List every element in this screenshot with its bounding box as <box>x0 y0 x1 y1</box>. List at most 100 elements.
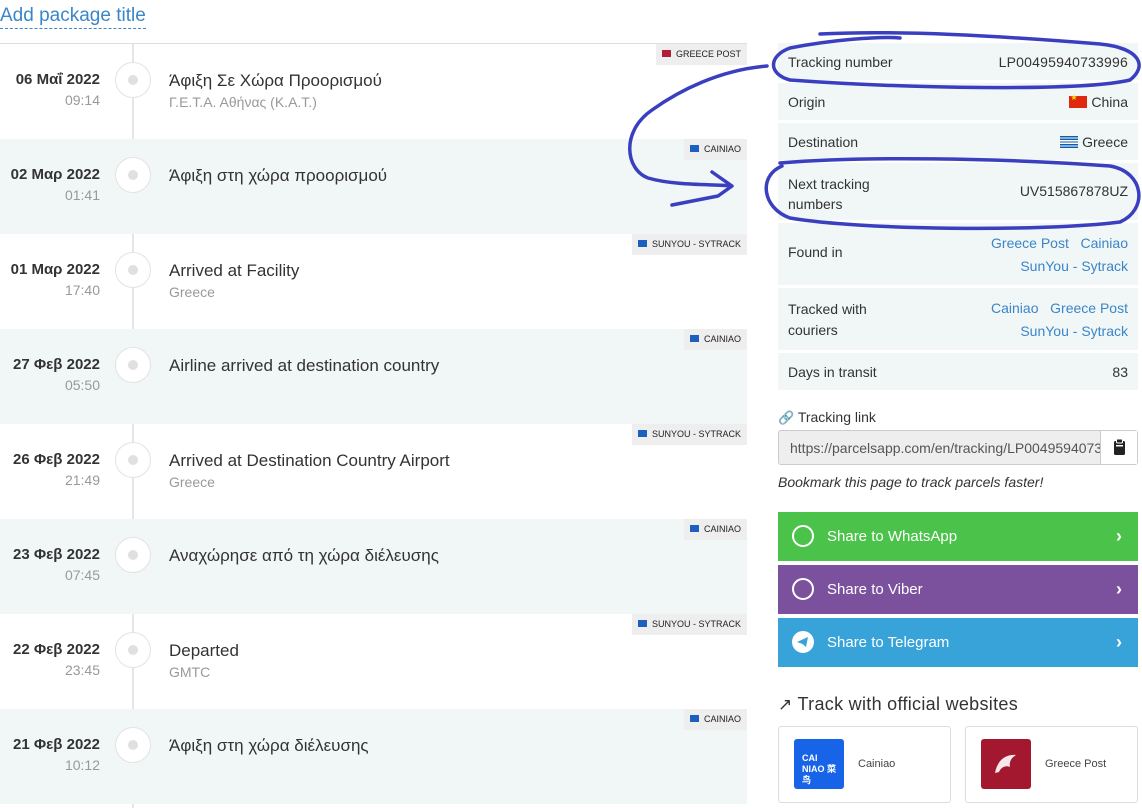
event-date: 21 Φεβ 2022 <box>13 736 100 753</box>
timeline-dot-icon <box>115 537 151 573</box>
event-location: Greece <box>169 474 215 490</box>
carrier-badge: CAINIAO <box>683 519 747 540</box>
carrier-badge: CAINIAO <box>683 709 747 730</box>
event-status: Airline arrived at destination country <box>169 356 440 375</box>
event-location: Γ.Ε.Τ.Α. Αθήνας (Κ.Α.Τ.) <box>169 94 317 110</box>
event-date: 06 Μαΐ 2022 <box>15 71 100 88</box>
destination-label: Destination <box>788 134 859 150</box>
viber-icon <box>792 578 814 600</box>
event-time: 07:45 <box>64 567 100 583</box>
timeline-dot-icon <box>115 727 151 763</box>
origin-label: Origin <box>788 94 826 110</box>
timeline-event: 21 Φεβ 2022 10:12 Άφιξη στη χώρα διέλευσης… <box>0 709 747 804</box>
carrier-badge: SUNYOU - SYTRACK <box>631 234 747 255</box>
timeline-event: 22 Φεβ 2022 23:45 Departed GMTC SUNYOU - SYT… <box>0 614 747 709</box>
courier-greece-post-link[interactable]: Greece Post <box>1050 300 1128 316</box>
package-title-link[interactable]: Add package title <box>0 4 146 29</box>
cainiao-logo: CAI NIAO 菜鸟 <box>794 739 844 789</box>
carrier-badge: SUNYOU - SYTRACK <box>631 424 747 445</box>
event-status: Άφιξη στη χώρα διέλευσης <box>169 736 369 755</box>
event-status: Arrived at Facility <box>169 261 300 280</box>
timeline-dot-icon <box>115 62 151 98</box>
chevron-right-icon: › <box>1116 632 1122 652</box>
tracking-number-row: Tracking number LP00495940733996 <box>778 43 1138 80</box>
carrier-badge: CAINIAO <box>683 329 747 350</box>
event-date: 26 Φεβ 2022 <box>13 451 100 468</box>
bookmark-hint: Bookmark this page to track parcels fast… <box>778 474 1044 490</box>
found-greece-post-link[interactable]: Greece Post <box>991 235 1069 251</box>
found-in-row: Found in Greece Post Cainiao SunYou - Sy… <box>778 223 1138 285</box>
copy-link-button[interactable] <box>1100 431 1137 464</box>
tracking-number-value: LP00495940733996 <box>998 54 1128 70</box>
timeline-event: 01 Μαρ 2022 17:40 Arrived at Facility Greec… <box>0 234 747 329</box>
event-date: 23 Φεβ 2022 <box>13 546 100 563</box>
clipboard-icon <box>1114 438 1125 455</box>
timeline-dot-icon <box>115 347 151 383</box>
timeline-event: 27 Φεβ 2022 05:50 Airline arrived at desti… <box>0 329 747 424</box>
next-tracking-row: Next tracking numbers UV515867878UZ <box>778 163 1138 220</box>
share-viber-label: Share to Viber <box>827 581 923 598</box>
origin-row: Origin China <box>778 83 1138 120</box>
timeline-dot-icon <box>115 632 151 668</box>
carrier-badge: GREECE POST <box>655 44 747 65</box>
event-location: Greece <box>169 284 215 300</box>
tracking-timeline: 06 Μαΐ 2022 09:14 Άφιξη Σε Χώρα Προορισμού… <box>0 43 747 808</box>
found-in-label: Found in <box>788 244 843 260</box>
timeline-dot-icon <box>115 252 151 288</box>
event-status: Άφιξη Σε Χώρα Προορισμού <box>169 71 382 90</box>
official-site-card-cainiao[interactable]: CAI NIAO 菜鸟 Cainiao <box>778 726 951 803</box>
tracking-link-box <box>778 430 1138 465</box>
tracking-link-input[interactable] <box>779 431 1101 464</box>
days-in-transit-value: 83 <box>1112 364 1128 380</box>
share-telegram-button[interactable]: Share to Telegram › <box>778 618 1138 667</box>
origin-value: China <box>1091 94 1128 110</box>
event-time: 05:50 <box>64 377 100 393</box>
share-whatsapp-label: Share to WhatsApp <box>827 528 958 545</box>
timeline-event: 26 Φεβ 2022 21:49 Arrived at Destination C… <box>0 424 747 519</box>
timeline-event: 02 Μαρ 2022 01:41 Άφιξη στη χώρα προορισμο… <box>0 139 747 234</box>
carrier-badge: SUNYOU - SYTRACK <box>631 614 747 635</box>
official-websites-heading: ↗ Track with official websites <box>778 694 1018 715</box>
link-icon: 🔗 <box>778 410 795 425</box>
next-tracking-label: Next tracking numbers <box>788 176 870 212</box>
china-flag-icon <box>1069 93 1088 108</box>
event-date: 02 Μαρ 2022 <box>10 166 100 183</box>
external-link-icon: ↗ <box>778 695 793 714</box>
couriers-label: Tracked with couriers <box>788 301 867 338</box>
official-site-name: Cainiao <box>858 758 896 770</box>
destination-row: Destination Greece <box>778 123 1138 160</box>
tracking-number-label: Tracking number <box>788 54 893 70</box>
event-time: 09:14 <box>64 92 100 108</box>
courier-cainiao-link[interactable]: Cainiao <box>991 300 1038 316</box>
found-sunyou-link[interactable]: SunYou - Sytrack <box>1020 258 1128 274</box>
event-status: Αναχώρησε από τη χώρα διέλευσης <box>169 546 439 565</box>
event-time: 01:41 <box>64 187 100 203</box>
event-status: Arrived at Destination Country Airport <box>169 451 450 470</box>
tracking-link-heading: 🔗 Tracking link <box>778 409 876 426</box>
event-date: 01 Μαρ 2022 <box>10 261 100 278</box>
info-sidebar: Tracking number LP00495940733996 Origin … <box>778 43 1138 803</box>
event-location: GMTC <box>169 664 211 680</box>
share-viber-button[interactable]: Share to Viber › <box>778 565 1138 614</box>
timeline-event: 23 Φεβ 2022 07:45 Αναχώρησε από τη χώρα δι… <box>0 519 747 614</box>
share-whatsapp-button[interactable]: Share to WhatsApp › <box>778 512 1138 561</box>
timeline-dot-icon <box>115 442 151 478</box>
whatsapp-icon <box>792 525 814 547</box>
event-date: 27 Φεβ 2022 <box>13 356 100 373</box>
share-telegram-label: Share to Telegram <box>827 634 950 651</box>
event-time: 23:45 <box>64 662 100 678</box>
greece-post-logo <box>981 739 1031 789</box>
event-status: Departed <box>169 641 239 660</box>
chevron-right-icon: › <box>1116 579 1122 599</box>
timeline-event: 06 Μαΐ 2022 09:14 Άφιξη Σε Χώρα Προορισμού… <box>0 44 747 139</box>
days-in-transit-label: Days in transit <box>788 364 877 380</box>
greece-flag-icon <box>1060 136 1079 148</box>
event-status: Άφιξη στη χώρα προορισμού <box>169 166 388 185</box>
carrier-badge: CAINIAO <box>683 139 747 160</box>
found-cainiao-link[interactable]: Cainiao <box>1081 235 1128 251</box>
telegram-icon <box>792 631 814 653</box>
next-tracking-value: UV515867878UZ <box>1019 183 1128 199</box>
courier-sunyou-link[interactable]: SunYou - Sytrack <box>1020 323 1128 339</box>
event-time: 10:12 <box>64 757 100 773</box>
official-site-card-greece-post[interactable]: Greece Post <box>965 726 1138 803</box>
